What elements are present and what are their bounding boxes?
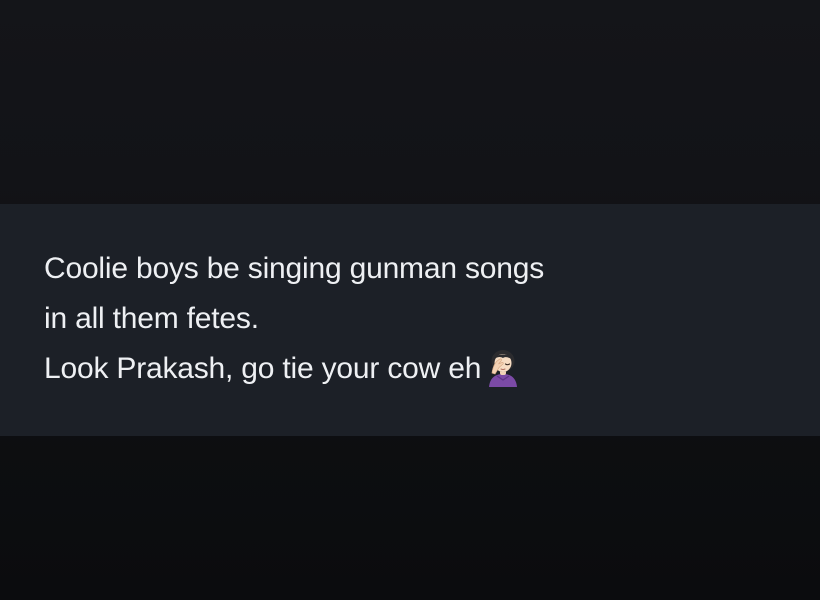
- screenshot-canvas: Coolie boys be singing gunman songs in a…: [0, 0, 820, 600]
- tweet-line-3-text: Look Prakash, go tie your cow eh: [44, 352, 482, 385]
- tweet-text: Coolie boys be singing gunman songs in a…: [44, 244, 820, 394]
- woman-facepalming-icon: [483, 347, 523, 387]
- tweet-line-3: Look Prakash, go tie your cow eh: [44, 344, 820, 394]
- tweet-card: Coolie boys be singing gunman songs in a…: [0, 204, 820, 436]
- tweet-line-2: in all them fetes.: [44, 302, 259, 335]
- tweet-line-1: Coolie boys be singing gunman songs: [44, 252, 544, 285]
